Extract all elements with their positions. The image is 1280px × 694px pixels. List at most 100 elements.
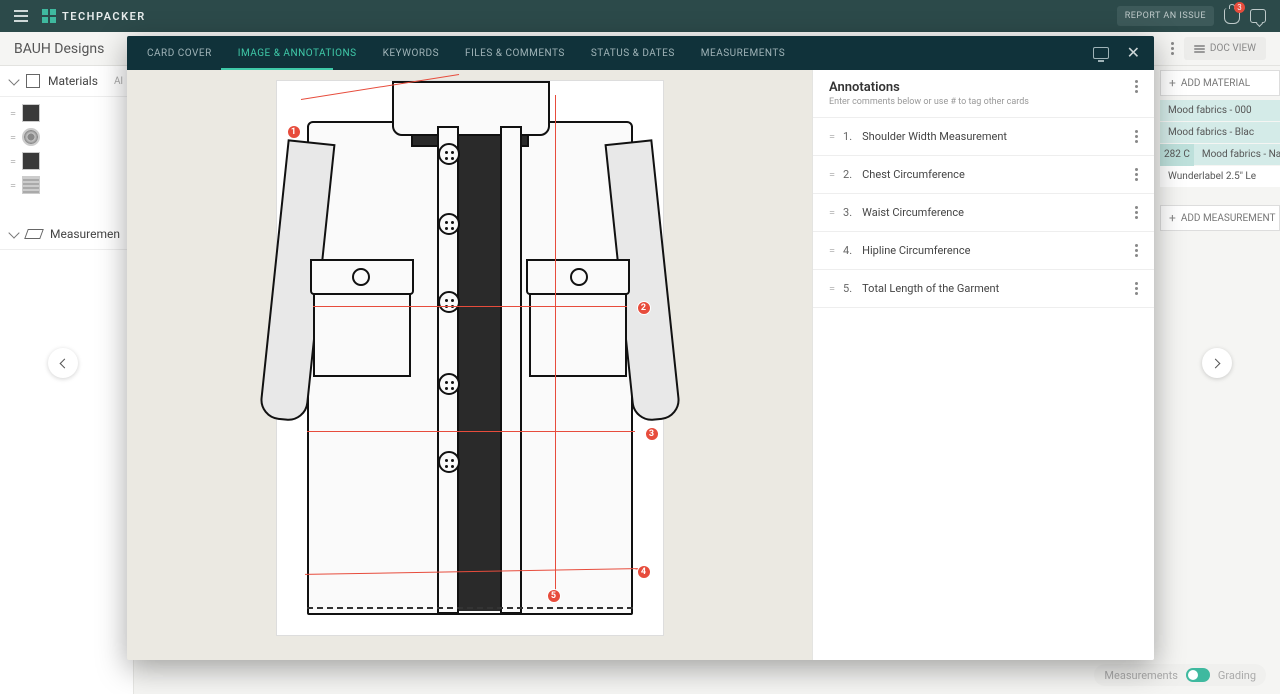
tab-measurements[interactable]: MEASUREMENTS xyxy=(701,48,785,59)
annotations-header: Annotations Enter comments below or use … xyxy=(813,70,1154,118)
toggle-right-label: Grading xyxy=(1218,669,1256,682)
secondary-bar-right: DOC VIEW xyxy=(1171,37,1266,60)
marker-5[interactable]: 5 xyxy=(547,589,561,603)
annotation-number: 1. xyxy=(843,130,852,143)
annotation-row[interactable]: = 3. Waist Circumference xyxy=(813,194,1154,232)
add-material-label: ADD MATERIAL xyxy=(1181,78,1250,89)
image-area: 1 2 3 4 5 xyxy=(127,70,812,660)
materials-badge: Al xyxy=(114,76,123,87)
marker-2[interactable]: 2 xyxy=(637,301,651,315)
drag-icon: = xyxy=(10,107,14,120)
modal-tabs-right: ✕ xyxy=(1093,45,1140,61)
materials-section-header[interactable]: Materials Al xyxy=(0,66,133,97)
more-icon[interactable] xyxy=(1135,130,1138,143)
annotation-row[interactable]: = 1. Shoulder Width Measurement xyxy=(813,118,1154,156)
marker-4[interactable]: 4 xyxy=(637,565,651,579)
marker-1[interactable]: 1 xyxy=(287,125,301,139)
annotation-number: 4. xyxy=(843,244,852,257)
material-chip[interactable]: Mood fabrics - 000 xyxy=(1160,100,1280,121)
swatch-icon xyxy=(22,104,40,122)
toggle-switch[interactable] xyxy=(1186,668,1210,682)
material-chip[interactable]: Mood fabrics - Blac xyxy=(1160,122,1280,143)
brand-text: TECHPACKER xyxy=(62,10,146,23)
swatch-icon xyxy=(22,176,40,194)
measure-line-3 xyxy=(307,431,635,432)
annotations-subtitle: Enter comments below or use # to tag oth… xyxy=(829,97,1029,107)
monitor-icon[interactable] xyxy=(1093,47,1109,59)
add-material-button[interactable]: + ADD MATERIAL xyxy=(1160,70,1280,96)
more-icon[interactable] xyxy=(1135,206,1138,219)
annotations-title: Annotations xyxy=(829,80,1029,95)
close-icon[interactable]: ✕ xyxy=(1127,45,1140,61)
chevron-left-icon xyxy=(60,358,70,368)
marker-3[interactable]: 3 xyxy=(645,427,659,441)
material-chip[interactable]: Mood fabrics - Navy xyxy=(1194,144,1280,165)
add-measurement-button[interactable]: +ADD MEASUREMENT xyxy=(1160,205,1280,231)
tab-status-dates[interactable]: STATUS & DATES xyxy=(591,48,675,59)
drag-icon: = xyxy=(829,130,833,143)
modal-body: 1 2 3 4 5 Annotations Enter comments bel… xyxy=(127,70,1154,660)
right-background-strip: + ADD MATERIAL Mood fabrics - 000 Mood fa… xyxy=(1160,66,1280,235)
tab-keywords[interactable]: KEYWORDS xyxy=(383,48,439,59)
drag-icon: = xyxy=(829,206,833,219)
drag-icon: = xyxy=(829,168,833,181)
material-row[interactable]: = xyxy=(0,101,133,125)
more-icon[interactable] xyxy=(1135,168,1138,181)
toggle-left-label: Measurements xyxy=(1104,669,1177,682)
swatch-icon xyxy=(22,152,40,170)
annotations-panel: Annotations Enter comments below or use … xyxy=(812,70,1154,660)
more-icon[interactable] xyxy=(1135,282,1138,295)
measurements-section-header[interactable]: Measuremen xyxy=(0,219,133,250)
left-panel: Materials Al = = = = Measuremen xyxy=(0,66,134,694)
annotation-row[interactable]: = 5. Total Length of the Garment xyxy=(813,270,1154,308)
drag-icon: = xyxy=(829,244,833,257)
tab-files-comments[interactable]: FILES & COMMENTS xyxy=(465,48,565,59)
annotation-row[interactable]: = 4. Hipline Circumference xyxy=(813,232,1154,270)
chat-icon[interactable] xyxy=(1250,9,1266,23)
plus-icon: + xyxy=(1169,76,1176,90)
measure-line-5v xyxy=(555,95,556,599)
tab-image-annotations[interactable]: IMAGE & ANNOTATIONS xyxy=(238,48,357,59)
materials-list: = = = = xyxy=(0,97,133,201)
more-icon[interactable] xyxy=(1171,42,1174,55)
material-row[interactable]: = xyxy=(0,173,133,197)
measure-line-2 xyxy=(313,306,627,307)
brand-logo[interactable]: TECHPACKER xyxy=(42,9,146,23)
modal-tabs: CARD COVER IMAGE & ANNOTATIONS KEYWORDS … xyxy=(127,36,1154,70)
annotation-row[interactable]: = 2. Chest Circumference xyxy=(813,156,1154,194)
stack-icon xyxy=(1194,45,1205,53)
notifications-badge: 3 xyxy=(1234,2,1245,13)
material-row[interactable]: = xyxy=(0,149,133,173)
annotation-number: 2. xyxy=(843,168,852,181)
more-icon[interactable] xyxy=(1135,244,1138,257)
project-name[interactable]: BAUH Designs xyxy=(14,41,104,57)
cube-icon xyxy=(26,74,40,88)
drag-icon: = xyxy=(829,282,833,295)
topbar-right: REPORT AN ISSUE 3 xyxy=(1117,6,1266,26)
next-button[interactable] xyxy=(1202,348,1232,378)
materials-title: Materials xyxy=(48,74,98,88)
doc-view-button[interactable]: DOC VIEW xyxy=(1184,37,1266,60)
annotation-label: Shoulder Width Measurement xyxy=(862,130,1007,143)
menu-icon[interactable] xyxy=(14,10,28,22)
doc-view-label: DOC VIEW xyxy=(1210,43,1256,54)
topbar: TECHPACKER REPORT AN ISSUE 3 xyxy=(0,0,1280,32)
garment-illustration: 1 2 3 4 5 xyxy=(276,80,664,636)
more-icon[interactable] xyxy=(1135,80,1138,93)
annotation-label: Waist Circumference xyxy=(862,206,964,219)
measurements-grading-toggle[interactable]: Measurements Grading xyxy=(1094,664,1266,686)
add-measurement-label: ADD MEASUREMENT xyxy=(1181,213,1276,224)
drag-icon: = xyxy=(10,131,14,144)
chevron-down-icon xyxy=(8,74,19,85)
card-modal: CARD COVER IMAGE & ANNOTATIONS KEYWORDS … xyxy=(127,36,1154,660)
drag-icon: = xyxy=(10,155,14,168)
material-chip[interactable]: Wunderlabel 2.5" Le xyxy=(1160,166,1280,187)
topbar-left: TECHPACKER xyxy=(14,9,146,23)
report-issue-button[interactable]: REPORT AN ISSUE xyxy=(1117,6,1214,26)
tab-card-cover[interactable]: CARD COVER xyxy=(147,48,212,59)
annotation-label: Total Length of the Garment xyxy=(862,282,999,295)
notifications-icon[interactable]: 3 xyxy=(1224,8,1240,24)
prev-button[interactable] xyxy=(48,348,78,378)
material-row[interactable]: = xyxy=(0,125,133,149)
logo-mark-icon xyxy=(42,9,56,23)
